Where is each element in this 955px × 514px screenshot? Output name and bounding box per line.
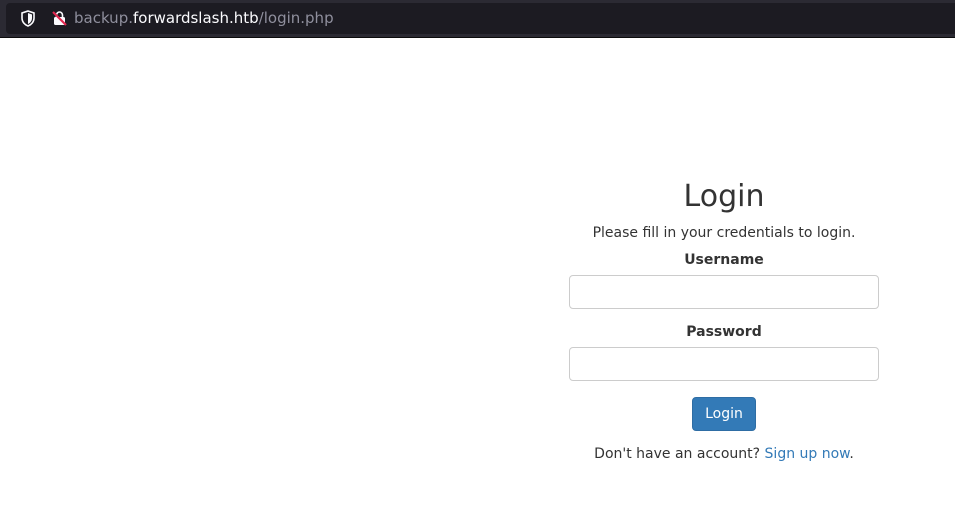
url-host: forwardslash.htb [132, 9, 259, 27]
shield-icon[interactable] [20, 10, 36, 27]
username-label: Username [684, 252, 764, 268]
password-input[interactable] [569, 347, 879, 381]
url-field[interactable]: backup.forwardslash.htb/login.php [6, 3, 955, 34]
login-button[interactable]: Login [692, 397, 756, 431]
url-subdomain: backup. [74, 9, 133, 27]
insecure-lock-icon[interactable] [51, 10, 68, 27]
signup-link[interactable]: Sign up now [765, 446, 850, 462]
signup-prompt: Don't have an account? Sign up now. [569, 444, 879, 464]
password-label: Password [686, 324, 762, 340]
signup-prompt-text: Don't have an account? [594, 446, 765, 462]
url-text[interactable]: backup.forwardslash.htb/login.php [74, 9, 334, 28]
signup-suffix: . [849, 446, 854, 462]
url-path: /login.php [258, 9, 334, 27]
browser-toolbar: backup.forwardslash.htb/login.php [0, 0, 955, 38]
login-instructions: Please fill in your credentials to login… [592, 225, 856, 241]
login-form: Login Please fill in your credentials to… [569, 178, 879, 464]
username-input[interactable] [569, 275, 879, 309]
page-title: Login [683, 179, 765, 214]
